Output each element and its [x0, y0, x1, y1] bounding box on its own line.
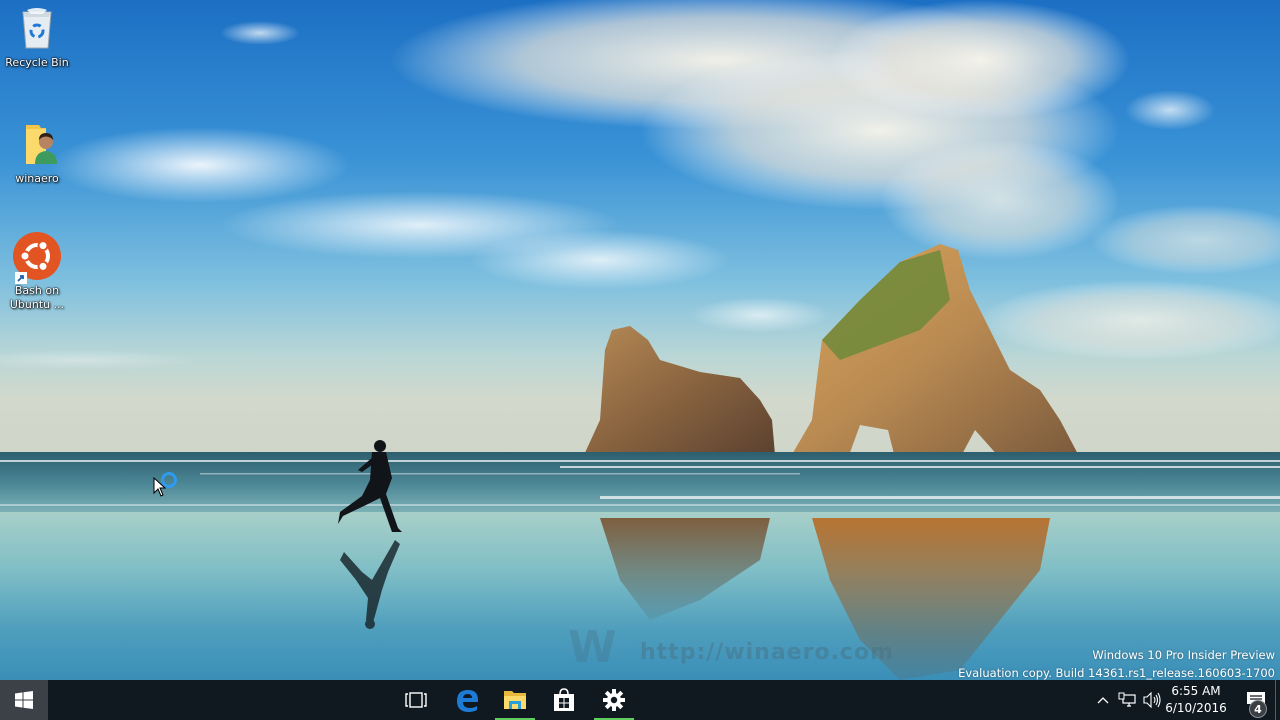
- store-icon: [554, 688, 574, 711]
- windows-logo-icon: [15, 691, 33, 709]
- desktop-icon-label: Recycle Bin: [5, 56, 69, 69]
- edge-icon: [457, 690, 478, 712]
- file-explorer-button[interactable]: [491, 680, 539, 720]
- site-watermark: W http://winaero.com: [568, 622, 895, 673]
- desktop-icon-label: Bash on Ubuntu ...: [0, 284, 74, 312]
- start-button[interactable]: [0, 680, 48, 720]
- volume-button[interactable]: [1141, 680, 1163, 720]
- folder-icon: [504, 691, 526, 709]
- mouse-pointer-icon: [153, 477, 167, 497]
- ubuntu-icon: [13, 232, 61, 284]
- desktop-icon-bash-on-ubuntu[interactable]: Bash on Ubuntu ...: [0, 232, 74, 312]
- store-button[interactable]: [540, 680, 588, 720]
- show-desktop-button[interactable]: [1275, 680, 1280, 720]
- network-button[interactable]: [1116, 680, 1138, 720]
- build-watermark: Windows 10 Pro Insider Preview Evaluatio…: [958, 646, 1275, 682]
- watermark-url: http://winaero.com: [640, 640, 895, 665]
- task-view-button[interactable]: [392, 680, 440, 720]
- clock-date: 6/10/2016: [1165, 701, 1227, 715]
- task-view-icon: [405, 692, 427, 708]
- show-hidden-icons-button[interactable]: [1094, 680, 1112, 720]
- label-line-2: Ubuntu ...: [9, 298, 65, 311]
- user-folder-icon: [13, 120, 61, 168]
- volume-icon: [1143, 692, 1161, 708]
- desktop-icon-recycle-bin[interactable]: Recycle Bin: [0, 4, 74, 70]
- taskbar: 6:55 AM 6/10/2016: [0, 680, 1280, 720]
- recycle-bin-icon: [13, 4, 61, 52]
- wallpaper-scene: [0, 0, 1280, 680]
- notification-count-badge: 4: [1249, 700, 1267, 718]
- label-line-1: Bash on: [14, 284, 60, 297]
- edge-button[interactable]: [443, 680, 491, 720]
- desktop-wallpaper: [0, 0, 1280, 680]
- chevron-up-icon: [1097, 697, 1109, 704]
- desktop-icon-label: winaero: [15, 172, 59, 185]
- watermark-letter: W: [568, 622, 618, 673]
- shortcut-arrow-icon: [15, 272, 27, 284]
- network-icon: [1118, 692, 1136, 707]
- edition-text: Windows 10 Pro Insider Preview: [1092, 648, 1275, 662]
- gear-icon: [603, 689, 625, 711]
- clock-time: 6:55 AM: [1171, 684, 1221, 698]
- desktop-icon-winaero[interactable]: winaero: [0, 120, 74, 186]
- clock-button[interactable]: 6:55 AM 6/10/2016: [1164, 680, 1228, 720]
- settings-button[interactable]: [590, 680, 638, 720]
